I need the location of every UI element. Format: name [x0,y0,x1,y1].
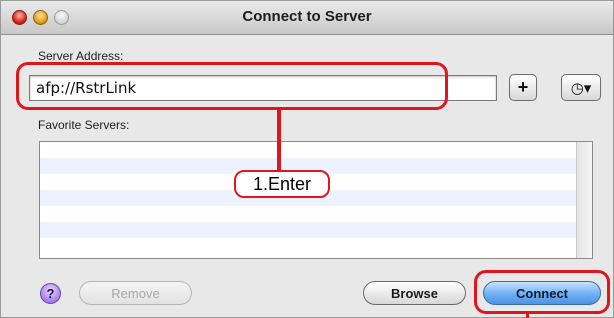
list-scrollbar[interactable] [576,142,592,258]
list-item[interactable] [40,238,592,254]
connect-button[interactable]: Connect [483,281,601,305]
list-item[interactable] [40,142,592,158]
window-title: Connect to Server [242,8,372,25]
enter-callout: 1.Enter [234,170,330,198]
title-bar[interactable]: Connect to Server [1,1,613,35]
add-favorite-button[interactable]: + [509,74,537,101]
remove-button[interactable]: Remove [79,281,192,305]
recent-servers-button[interactable]: ◷▾ [561,74,601,101]
server-address-label: Server Address: [38,49,124,63]
list-item[interactable] [40,206,592,222]
browse-button[interactable]: Browse [363,281,466,305]
clock-icon: ◷▾ [570,79,592,97]
favorite-servers-list[interactable] [39,141,593,259]
favorite-servers-label: Favorite Servers: [38,118,130,132]
server-address-input[interactable] [29,75,497,101]
help-icon[interactable]: ? [40,283,61,304]
connect-to-server-window: Connect to Server Server Address: + ◷▾ F… [0,0,614,318]
list-item[interactable] [40,222,592,238]
